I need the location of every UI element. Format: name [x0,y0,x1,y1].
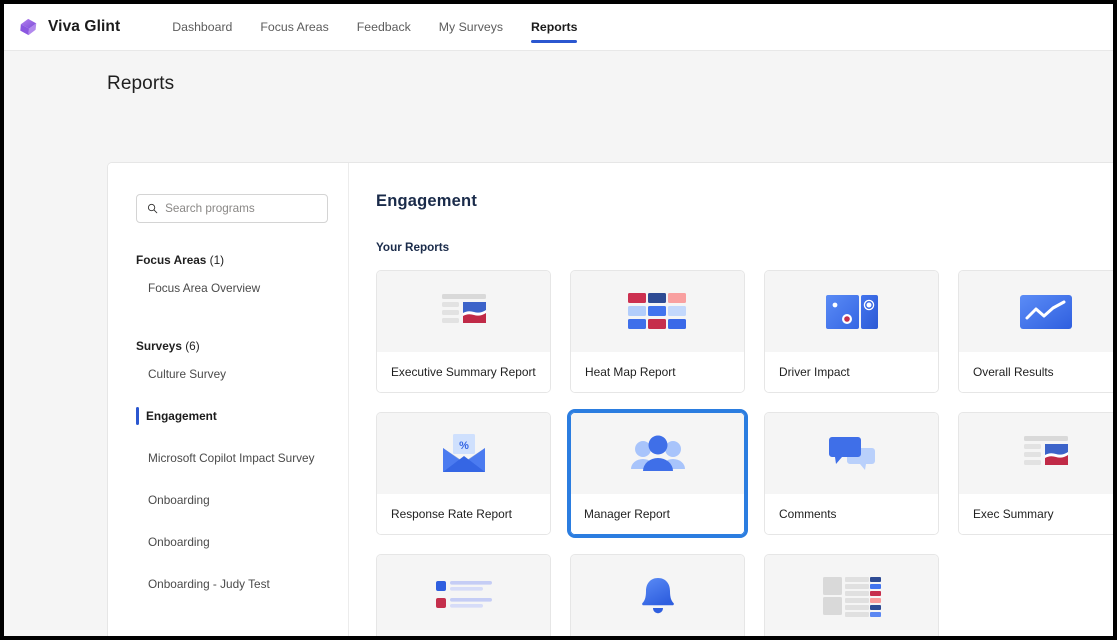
viva-glint-diamond-logo-icon [17,16,39,38]
search-icon [147,202,158,215]
speech-bubbles-icon [824,434,880,474]
sidebar-item-focus-area-overview[interactable]: Focus Area Overview [108,267,348,309]
card-label: Comments [765,494,938,534]
multi-attribute-export-icon [821,573,883,619]
section-header-surveys: Surveys (6) [108,339,348,353]
card-thumbnail [959,271,1113,352]
card-label: Executive Summary Report [377,352,550,392]
brand-name: Viva Glint [48,18,120,36]
section-header-focus-areas: Focus Areas (1) [108,253,348,267]
page-body: Reports Focus Areas (1) Focus Area Overv… [4,51,1113,636]
svg-text:%: % [459,440,469,452]
exec-summary-icon [433,289,495,335]
section-label: Focus Areas [136,253,206,267]
report-card-executive-summary-report[interactable]: Executive Summary Report [376,270,551,393]
card-label: Overall Results [959,352,1113,392]
app-window: Viva Glint Dashboard Focus Areas Feedbac… [4,4,1113,636]
nav-item-dashboard[interactable]: Dashboard [158,4,246,51]
card-label: Heat Map Report [571,352,744,392]
programs-sidebar: Focus Areas (1) Focus Area Overview Surv… [108,163,349,636]
report-card-multi-attribute-export[interactable]: Multi-Attribute Export [764,554,939,636]
card-label: Manager Report [571,494,744,534]
page-title: Reports [4,51,1113,95]
nav-item-focus-areas[interactable]: Focus Areas [246,4,342,51]
report-card-manager-report[interactable]: Manager Report [570,412,745,535]
exec-summary-icon [1015,431,1077,477]
section-count: (6) [185,339,199,353]
report-card-exec-summary[interactable]: Exec Summary [958,412,1113,535]
card-thumbnail [571,413,744,494]
card-thumbnail [571,271,744,352]
reports-content: Engagement Your Reports [349,163,1113,636]
nav-item-feedback[interactable]: Feedback [343,4,425,51]
card-thumbnail [377,555,550,636]
sidebar-item-onboarding-1[interactable]: Onboarding [108,479,348,521]
card-thumbnail [571,555,744,636]
heat-map-icon [627,291,689,333]
survey-heading: Engagement [376,192,1113,211]
report-card-overall-results[interactable]: Overall Results [958,270,1113,393]
sidebar-item-culture-survey[interactable]: Culture Survey [108,353,348,395]
card-thumbnail: % [377,413,550,494]
report-card-team-summary[interactable]: Team Summary [376,554,551,636]
main-nav: Dashboard Focus Areas Feedback My Survey… [158,4,591,51]
brand[interactable]: Viva Glint [17,16,120,38]
search-programs-box[interactable] [136,194,328,223]
bell-icon [636,574,680,618]
nav-item-reports[interactable]: Reports [517,4,591,51]
sidebar-item-engagement[interactable]: Engagement [108,395,348,437]
sidebar-item-microsoft-copilot-impact-survey[interactable]: Microsoft Copilot Impact Survey [108,437,348,479]
report-card-response-rate-report[interactable]: % Response Rate Report [376,412,551,535]
card-label: Driver Impact [765,352,938,392]
reports-panel: Focus Areas (1) Focus Area Overview Surv… [107,162,1113,636]
your-reports-label: Your Reports [376,241,1113,254]
card-thumbnail [959,413,1113,494]
section-count: (1) [210,253,224,267]
card-thumbnail [765,413,938,494]
card-thumbnail [377,271,550,352]
report-card-alerts[interactable]: Alerts [570,554,745,636]
top-navigation-bar: Viva Glint Dashboard Focus Areas Feedbac… [4,4,1113,51]
report-card-comments[interactable]: Comments [764,412,939,535]
card-label: Exec Summary [959,494,1113,534]
card-thumbnail [765,555,938,636]
sidebar-item-onboarding-judy-test[interactable]: Onboarding - Judy Test [108,563,348,605]
envelope-percent-icon: % [437,432,491,476]
search-input[interactable] [165,202,327,215]
report-card-heat-map-report[interactable]: Heat Map Report [570,270,745,393]
sidebar-item-onboarding-2[interactable]: Onboarding [108,521,348,563]
section-label: Surveys [136,339,182,353]
nav-item-my-surveys[interactable]: My Surveys [425,4,517,51]
driver-impact-icon [824,292,880,332]
card-thumbnail [765,271,938,352]
people-group-icon [629,433,687,475]
line-chart-icon [1019,293,1073,331]
report-cards-grid: Executive Summary Report [376,270,1113,636]
team-summary-icon [434,577,494,615]
report-card-driver-impact[interactable]: Driver Impact [764,270,939,393]
card-label: Response Rate Report [377,494,550,534]
